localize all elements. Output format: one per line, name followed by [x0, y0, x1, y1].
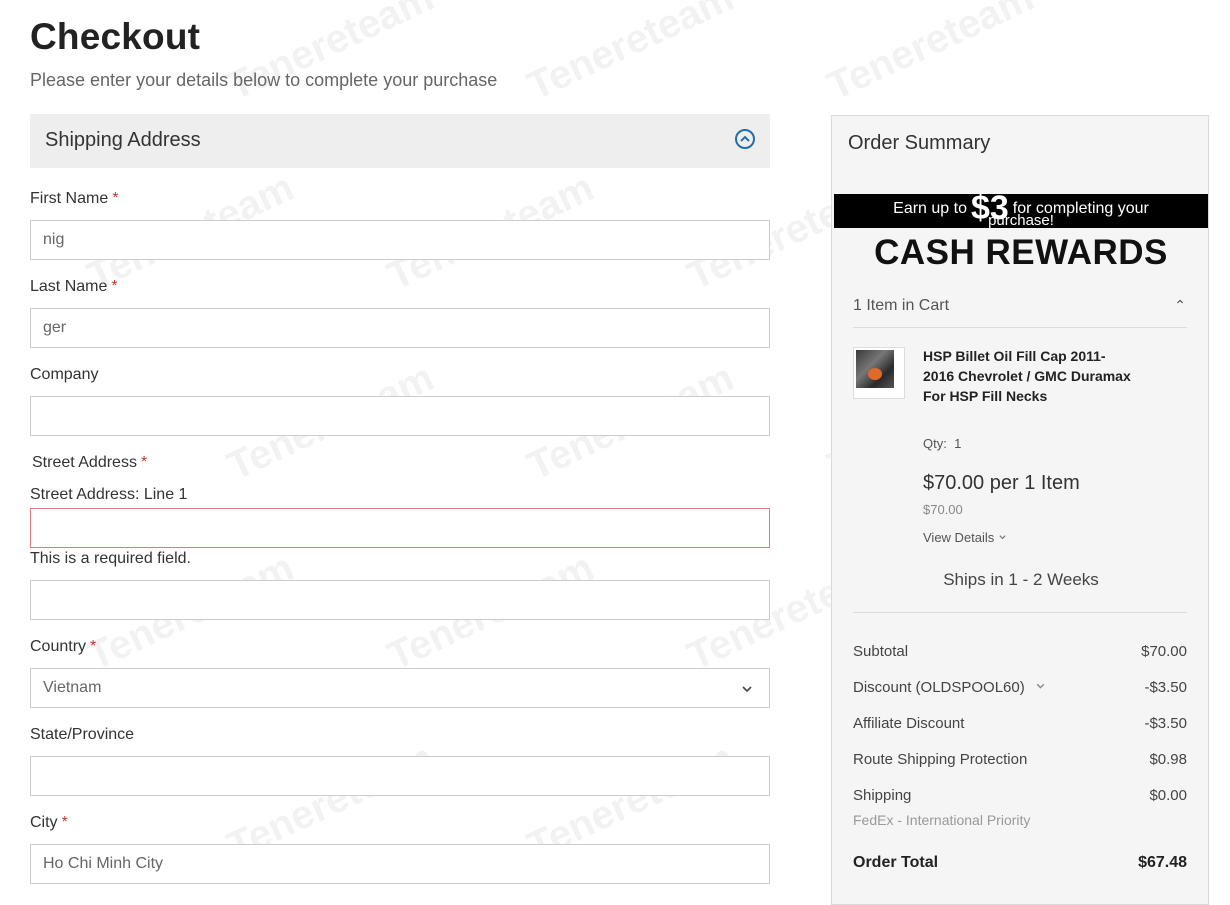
- collapse-chevron-up-icon[interactable]: [735, 129, 755, 149]
- required-mark: *: [112, 190, 119, 207]
- shipping-method: FedEx - International Priority: [853, 812, 1031, 828]
- discount-label: Discount (OLDSPOOL60): [853, 679, 1025, 696]
- chevron-down-icon[interactable]: [1035, 681, 1046, 692]
- cash-rewards-banner[interactable]: Earn up to $3 for completing your purchase…: [834, 191, 1208, 229]
- promo-line-2: purchase!: [988, 212, 1054, 229]
- shipping-value: $0.00: [1149, 787, 1187, 804]
- view-details-link[interactable]: View Details: [923, 530, 1007, 545]
- page-title: Checkout: [30, 16, 201, 57]
- last-name-label: Last Name *: [30, 278, 118, 296]
- city-value: Ho Chi Minh City: [43, 855, 164, 872]
- ships-in-text: Ships in 1 - 2 Weeks: [943, 570, 1099, 589]
- order-total-label: Order Total: [853, 854, 939, 871]
- route-protection-row: Route Shipping Protection $0.98: [853, 751, 1187, 768]
- product-image-detail: [868, 368, 882, 380]
- product-qty: Qty: 1: [923, 436, 961, 451]
- street-address-label-text: Street Address: [32, 454, 137, 471]
- street-address-label: Street Address *: [32, 454, 147, 472]
- city-field[interactable]: Ho Chi Minh City: [30, 844, 770, 884]
- shipping-label: Shipping: [853, 787, 912, 804]
- city-label: City *: [30, 814, 68, 832]
- watermark: Tenereteam: [220, 0, 441, 109]
- item-price: $70.00: [923, 502, 963, 517]
- cart-count[interactable]: 1 Item in Cart: [853, 297, 949, 315]
- last-name-value: ger: [43, 319, 67, 336]
- qty-label: Qty:: [923, 436, 947, 451]
- first-name-label: First Name *: [30, 190, 118, 208]
- last-name-field[interactable]: ger: [30, 308, 770, 348]
- cash-rewards-headline: CASH REWARDS: [874, 233, 1168, 272]
- shipping-section-header[interactable]: Shipping Address: [30, 114, 770, 168]
- required-mark: *: [90, 638, 97, 655]
- street-line2-field[interactable]: [30, 580, 770, 620]
- order-summary-title: Order Summary: [848, 132, 991, 154]
- chevron-down-icon: [741, 682, 753, 700]
- company-label: Company: [30, 366, 98, 384]
- subtotal-value: $70.00: [1141, 643, 1187, 660]
- street-line1-field[interactable]: [30, 508, 770, 548]
- shipping-row: Shipping $0.00: [853, 787, 1187, 804]
- required-mark: *: [140, 454, 148, 471]
- required-mark: *: [61, 814, 68, 831]
- first-name-value: nig: [43, 231, 65, 248]
- order-summary-panel: Order Summary Earn up to $3 for completing…: [831, 115, 1209, 905]
- country-label-text: Country: [30, 638, 87, 655]
- view-details-text: View Details: [923, 530, 995, 545]
- company-label-text: Company: [30, 366, 99, 383]
- order-total-row: Order Total $67.48: [853, 854, 1187, 872]
- city-label-text: City: [30, 814, 58, 831]
- subtotal-label: Subtotal: [853, 643, 909, 660]
- route-protection-label: Route Shipping Protection: [853, 751, 1028, 768]
- product-name: HSP Billet Oil Fill Cap 2011-2016 Chevro…: [923, 348, 1131, 404]
- company-field[interactable]: [30, 396, 770, 436]
- state-label: State/Province: [30, 726, 134, 744]
- required-mark: *: [111, 278, 118, 295]
- watermark: Tenereteam: [820, 0, 1041, 109]
- street-error-message: This is a required field.: [30, 550, 191, 567]
- section-title: Shipping Address: [45, 129, 201, 151]
- route-protection-value: $0.98: [1149, 751, 1187, 768]
- first-name-label-text: First Name: [30, 190, 109, 207]
- caret-up-icon[interactable]: ⌃: [1174, 297, 1186, 314]
- street-line1-label: Street Address: Line 1: [30, 486, 188, 503]
- chevron-down-icon: [999, 535, 1006, 540]
- page-subtitle: Please enter your details below to compl…: [30, 70, 498, 90]
- subtotal-row: Subtotal $70.00: [853, 643, 1187, 660]
- affiliate-discount-row: Affiliate Discount -$3.50: [853, 715, 1187, 732]
- qty-value: 1: [954, 436, 962, 451]
- discount-value: -$3.50: [1144, 679, 1187, 696]
- affiliate-discount-label: Affiliate Discount: [853, 715, 965, 732]
- last-name-label-text: Last Name: [30, 278, 108, 295]
- first-name-field[interactable]: nig: [30, 220, 770, 260]
- price-per-item: $70.00 per 1 Item: [923, 472, 1080, 494]
- country-value: Vietnam: [43, 679, 102, 696]
- divider: [853, 612, 1187, 613]
- product-thumbnail: [853, 347, 905, 399]
- state-label-text: State/Province: [30, 726, 135, 743]
- country-label: Country *: [30, 638, 96, 656]
- affiliate-discount-value: -$3.50: [1144, 715, 1187, 732]
- discount-row[interactable]: Discount (OLDSPOOL60) -$3.50: [853, 679, 1187, 696]
- state-field[interactable]: [30, 756, 770, 796]
- divider: [853, 327, 1187, 328]
- watermark: Tenereteam: [520, 0, 741, 109]
- country-select[interactable]: Vietnam: [30, 668, 770, 708]
- order-total-value: $67.48: [1138, 854, 1187, 871]
